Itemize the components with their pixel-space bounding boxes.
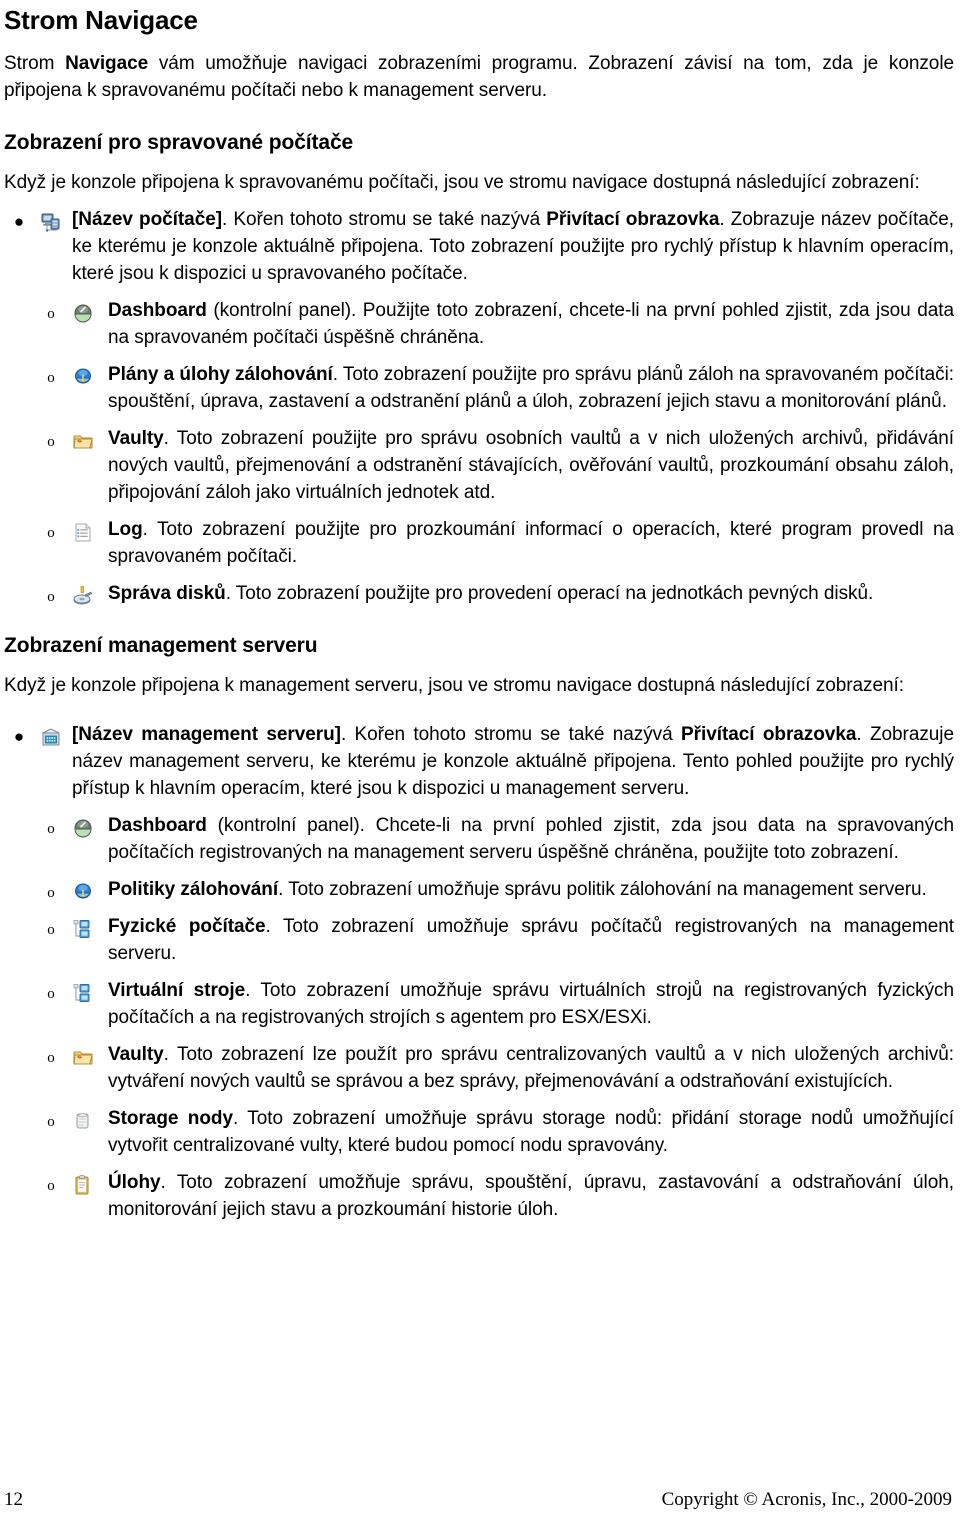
list-item: o Plány a úlohy zálohování. Toto zobraze… bbox=[4, 361, 954, 415]
backup-policies-icon bbox=[72, 881, 94, 903]
computer-icon bbox=[40, 211, 62, 233]
section2-lead: Když je konzole připojena k management s… bbox=[4, 675, 904, 697]
list-item-text: Vaulty. Toto zobrazení lze použít pro sp… bbox=[108, 1041, 954, 1095]
bullet-marker: o bbox=[47, 885, 55, 902]
item-text-rest: . Toto zobrazení umožňuje správu storage… bbox=[108, 1108, 954, 1157]
list-item: o Storage nody. Toto zobrazení umožňuje … bbox=[4, 1105, 954, 1159]
item-text-mid: . Kořen tohoto stromu se také nazývá bbox=[340, 724, 681, 746]
item-text-rest: . Toto zobrazení umožňuje správu, spoušt… bbox=[108, 1172, 954, 1221]
list-item: o Dashboard (kontrolní panel). Použijte … bbox=[4, 297, 954, 351]
list-item-text: Storage nody. Toto zobrazení umožňuje sp… bbox=[108, 1105, 954, 1159]
item-bold-lead: Fyzické počítače bbox=[108, 916, 266, 938]
item-bold-mid: Přivítací obrazovka bbox=[681, 724, 857, 746]
intro-paragraph: Strom Navigace vám umožňuje navigaci zob… bbox=[4, 50, 954, 104]
item-text-rest: . Toto zobrazení umožňuje správu politik… bbox=[278, 879, 927, 901]
intro-bold: Navigace bbox=[65, 52, 149, 74]
list-item-text: [Název management serveru]. Kořen tohoto… bbox=[72, 721, 954, 802]
list-item: o Správa disků. Toto zobrazení použijte … bbox=[4, 580, 954, 607]
section-heading-managed-machines: Zobrazení pro spravované počítače bbox=[4, 130, 354, 154]
list-item: ● [Název management serveru]. Kořen toho… bbox=[4, 721, 954, 802]
bullet-marker: o bbox=[47, 986, 55, 1003]
copyright-notice: Copyright © Acronis, Inc., 2000-2009 bbox=[661, 1489, 952, 1510]
management-server-icon bbox=[40, 726, 62, 748]
list-item-text: Fyzické počítače. Toto zobrazení umožňuj… bbox=[108, 913, 954, 967]
bullet-marker: o bbox=[47, 1178, 55, 1195]
vault-folder-icon bbox=[72, 1046, 94, 1068]
storage-node-icon bbox=[72, 1110, 94, 1132]
disk-management-icon bbox=[72, 585, 94, 607]
bullet-marker: o bbox=[47, 589, 55, 606]
backup-plans-icon bbox=[72, 366, 94, 388]
item-bold-lead: Politiky zálohování bbox=[108, 879, 279, 901]
item-bold-mid: Přivítací obrazovka bbox=[546, 209, 720, 231]
bullet-marker: o bbox=[47, 434, 55, 451]
section-heading-management-server: Zobrazení management serveru bbox=[4, 634, 318, 658]
list-item: o Politiky zálohování. Toto zobrazení um… bbox=[4, 876, 954, 903]
item-bold-lead: Dashboard bbox=[108, 300, 207, 322]
bullet-marker: o bbox=[47, 1114, 55, 1131]
list-item-text: Dashboard (kontrolní panel). Chcete-li n… bbox=[108, 812, 954, 866]
page-footer: 12 Copyright © Acronis, Inc., 2000-2009 bbox=[0, 1489, 960, 1511]
section1-lead: Když je konzole připojena k spravovanému… bbox=[4, 172, 920, 194]
item-text-rest: . Toto zobrazení použijte pro provedení … bbox=[225, 583, 874, 605]
bullet-marker: o bbox=[47, 370, 55, 387]
item-bold-lead: Správa disků bbox=[108, 583, 226, 605]
list-item-text: Dashboard (kontrolní panel). Použijte to… bbox=[108, 297, 954, 351]
item-text-mid: . Kořen tohoto stromu se také nazývá bbox=[222, 209, 547, 231]
list-item-text: Úlohy. Toto zobrazení umožňuje správu, s… bbox=[108, 1169, 954, 1223]
dashboard-icon bbox=[72, 817, 94, 839]
list-item: o Log. Toto zobrazení použijte pro prozk… bbox=[4, 516, 954, 570]
item-text-rest: . Toto zobrazení lze použít pro správu c… bbox=[108, 1044, 954, 1093]
item-bold-lead: Vaulty bbox=[108, 428, 164, 450]
list-item-text: Vaulty. Toto zobrazení použijte pro sprá… bbox=[108, 425, 954, 506]
item-bold-lead: Virtuální stroje bbox=[108, 980, 246, 1002]
item-bold-lead: Plány a úlohy zálohování bbox=[108, 364, 333, 386]
list-item-text: Politiky zálohování. Toto zobrazení umož… bbox=[108, 876, 954, 903]
item-text-rest: (kontrolní panel). Chcete-li na první po… bbox=[108, 815, 954, 864]
tasks-icon bbox=[72, 1174, 94, 1196]
item-text-rest: . Toto zobrazení použijte pro prozkoumán… bbox=[108, 519, 954, 568]
log-icon bbox=[72, 521, 94, 543]
document-page: Strom Navigace Strom Navigace vám umožňu… bbox=[0, 0, 960, 1525]
item-bold-lead: [Název počítače] bbox=[72, 209, 223, 231]
physical-machines-icon bbox=[72, 918, 94, 940]
list-item: o Úlohy. Toto zobrazení umožňuje správu,… bbox=[4, 1169, 954, 1223]
bullet-marker: o bbox=[47, 306, 55, 323]
list-item: ● [Název počítače]. Kořen tohoto stromu … bbox=[4, 206, 954, 287]
list-item: o Vaulty. Toto zobrazení použijte pro sp… bbox=[4, 425, 954, 506]
bullet-marker: o bbox=[47, 922, 55, 939]
item-text-rest: (kontrolní panel). Použijte toto zobraze… bbox=[108, 300, 954, 349]
page-title: Strom Navigace bbox=[4, 5, 198, 35]
item-bold-lead: Úlohy bbox=[108, 1172, 161, 1194]
bullet-marker: ● bbox=[13, 212, 25, 232]
intro-pre: Strom bbox=[4, 52, 66, 74]
dashboard-icon bbox=[72, 302, 94, 324]
item-bold-lead: Storage nody bbox=[108, 1108, 233, 1130]
list-item-text: Virtuální stroje. Toto zobrazení umožňuj… bbox=[108, 977, 954, 1031]
bullet-marker: o bbox=[47, 821, 55, 838]
vault-folder-icon bbox=[72, 430, 94, 452]
list-item-text: Správa disků. Toto zobrazení použijte pr… bbox=[108, 580, 954, 607]
list-item: o Dashboard (kontrolní panel). Chcete-li… bbox=[4, 812, 954, 866]
list-item-text: Plány a úlohy zálohování. Toto zobrazení… bbox=[108, 361, 954, 415]
virtual-machines-icon bbox=[72, 982, 94, 1004]
item-bold-lead: Vaulty bbox=[108, 1044, 164, 1066]
page-number: 12 bbox=[4, 1489, 23, 1510]
item-text-rest: . Toto zobrazení použijte pro správu oso… bbox=[108, 428, 954, 504]
list-item-text: [Název počítače]. Kořen tohoto stromu se… bbox=[72, 206, 954, 287]
item-bold-lead: Log bbox=[108, 519, 143, 541]
bullet-marker: o bbox=[47, 525, 55, 542]
bullet-marker: ● bbox=[13, 727, 25, 747]
list-item: o Fyzické počítače. Toto zobrazení umožň… bbox=[4, 913, 954, 967]
item-bold-lead: [Název management serveru] bbox=[72, 724, 341, 746]
bullet-marker: o bbox=[47, 1050, 55, 1067]
list-item-text: Log. Toto zobrazení použijte pro prozkou… bbox=[108, 516, 954, 570]
list-item: o Vaulty. Toto zobrazení lze použít pro … bbox=[4, 1041, 954, 1095]
list-item: o Virtuální stroje. Toto zobrazení umožň… bbox=[4, 977, 954, 1031]
item-bold-lead: Dashboard bbox=[108, 815, 207, 837]
